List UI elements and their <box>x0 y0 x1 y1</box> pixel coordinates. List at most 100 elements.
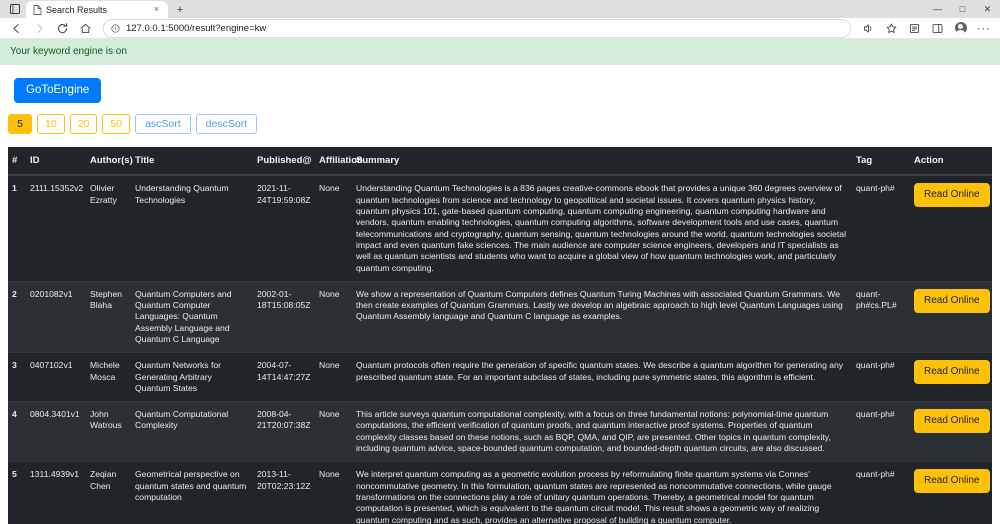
papers-table-wrap: List of papers # ID Author(s) Title Publ… <box>8 147 992 524</box>
profile-avatar[interactable] <box>950 19 971 38</box>
table-header: # ID Author(s) Title Published@ Affiliat… <box>8 147 992 177</box>
collections-icon[interactable] <box>904 19 925 38</box>
table-row: 1 2111.15352v2 Olivier Ezratty Understan… <box>8 174 992 282</box>
forward-arrow-icon[interactable] <box>29 19 50 38</box>
close-icon[interactable]: × <box>151 4 162 15</box>
controls-row: 5 10 20 50 ascSort descSort <box>8 103 992 135</box>
row-action: Read Online <box>910 174 992 282</box>
address-bar[interactable]: 127.0.0.1:5000/result?engine=kw <box>103 18 851 38</box>
maximize-icon[interactable]: □ <box>950 0 975 18</box>
goto-engine-row: GoToEngine <box>8 65 992 104</box>
info-circle-icon[interactable] <box>111 24 120 33</box>
row-id: 2111.15352v2 <box>26 174 86 282</box>
papers-table: List of papers # ID Author(s) Title Publ… <box>8 147 992 524</box>
row-tag: quant-ph# <box>852 352 910 402</box>
row-affiliation: None <box>315 401 352 462</box>
row-affiliation: None <box>315 280 352 353</box>
read-online-button[interactable]: Read Online <box>914 360 990 385</box>
browser-tab[interactable]: Search Results × <box>26 1 168 18</box>
desc-sort-button[interactable]: descSort <box>195 114 258 135</box>
row-authors: John Watrous <box>86 401 131 462</box>
col-index: # <box>8 147 26 177</box>
read-aloud-icon[interactable] <box>858 19 879 38</box>
table-row: 3 0407102v1 Michele Mosca Quantum Networ… <box>8 352 992 402</box>
row-tag: quant-ph#cs.PL# <box>852 280 910 353</box>
row-title: Quantum Computers and Quantum Computer L… <box>131 280 253 353</box>
col-affiliation: Affiliation <box>315 147 363 177</box>
col-authors: Author(s) <box>86 147 133 177</box>
tab-actions-icon[interactable] <box>4 0 26 18</box>
row-affiliation: None <box>315 174 352 282</box>
row-title: Geometrical perspective on quantum state… <box>131 461 253 524</box>
split-screen-icon[interactable] <box>927 19 948 38</box>
col-summary: Summary <box>352 147 852 177</box>
row-affiliation: None <box>315 352 352 402</box>
settings-more-icon[interactable]: ··· <box>973 19 994 38</box>
table-row: 4 0804.3401v1 John Watrous Quantum Compu… <box>8 401 992 462</box>
row-tag: quant-ph# <box>852 461 910 524</box>
table-header-row: # ID Author(s) Title Published@ Affiliat… <box>8 147 992 177</box>
url-text: 127.0.0.1:5000/result?engine=kw <box>126 22 267 34</box>
row-published: 2002-01-18T15:08:05Z <box>253 280 315 353</box>
row-authors: Zeqian Chen <box>86 461 131 524</box>
col-published: Published@ <box>253 147 315 177</box>
read-online-button[interactable]: Read Online <box>914 409 990 434</box>
row-title: Understanding Quantum Technologies <box>131 174 253 282</box>
engine-status-alert: Your keyword engine is on <box>0 39 1000 66</box>
read-online-button[interactable]: Read Online <box>914 288 990 313</box>
minimize-icon[interactable]: — <box>925 0 950 18</box>
page-container: GoToEngine 5 10 20 50 ascSort descSort L… <box>0 65 1000 524</box>
new-tab-button[interactable]: + <box>171 1 189 18</box>
row-action: Read Online <box>910 352 992 402</box>
row-authors: Michele Mosca <box>86 352 131 402</box>
table-row: 2 0201082v1 Stephen Blaha Quantum Comput… <box>8 280 992 353</box>
row-index: 3 <box>8 352 26 402</box>
table-row: 5 1311.4939v1 Zeqian Chen Geometrical pe… <box>8 461 992 524</box>
row-summary: We interpret quantum computing as a geom… <box>352 461 852 524</box>
row-action: Read Online <box>910 280 992 353</box>
col-id: ID <box>26 147 86 177</box>
row-summary: Quantum protocols often require the gene… <box>352 352 852 402</box>
col-title: Title <box>131 147 253 177</box>
row-title: Quantum Computational Complexity <box>131 401 253 462</box>
page-size-50[interactable]: 50 <box>102 114 131 135</box>
goto-engine-button[interactable]: GoToEngine <box>14 78 102 104</box>
browser-toolbar: 127.0.0.1:5000/result?engine=kw ··· <box>0 18 1000 40</box>
col-tag: Tag <box>852 147 910 177</box>
row-published: 2021-11-24T19:59:08Z <box>253 174 315 282</box>
read-online-button[interactable]: Read Online <box>914 183 990 208</box>
row-id: 0407102v1 <box>26 352 86 402</box>
page-size-10[interactable]: 10 <box>37 114 65 135</box>
row-id: 1311.4939v1 <box>26 461 86 524</box>
read-online-button[interactable]: Read Online <box>914 469 990 494</box>
row-authors: Stephen Blaha <box>86 280 131 353</box>
row-summary: Understanding Quantum Technologies is a … <box>352 174 852 282</box>
row-tag: quant-ph# <box>852 401 910 462</box>
page-size-5[interactable]: 5 <box>8 114 32 135</box>
page-icon <box>32 4 42 15</box>
page-size-20[interactable]: 20 <box>69 114 98 135</box>
asc-sort-button[interactable]: ascSort <box>135 114 191 135</box>
window-controls: — □ ✕ <box>925 0 1000 18</box>
page-viewport: Your keyword engine is on GoToEngine 5 1… <box>0 39 1000 524</box>
row-index: 4 <box>8 401 26 462</box>
row-published: 2013-11-20T02:23:12Z <box>253 461 315 524</box>
tab-strip: Search Results × + — □ ✕ <box>0 0 1000 18</box>
row-index: 2 <box>8 280 26 353</box>
tab-title: Search Results <box>46 4 108 15</box>
row-published: 2008-04-21T20:07:38Z <box>253 401 315 462</box>
back-arrow-icon[interactable] <box>6 19 27 38</box>
row-tag: quant-ph# <box>852 174 910 282</box>
row-index: 1 <box>8 174 26 282</box>
home-icon[interactable] <box>75 19 96 38</box>
row-title: Quantum Networks for Generating Arbitrar… <box>131 352 253 402</box>
window-close-icon[interactable]: ✕ <box>975 0 1000 18</box>
row-published: 2004-07-14T14:47:27Z <box>253 352 315 402</box>
col-action: Action <box>910 147 992 177</box>
reload-icon[interactable] <box>52 19 73 38</box>
row-affiliation: None <box>315 461 352 524</box>
star-icon[interactable] <box>881 19 902 38</box>
row-summary: We show a representation of Quantum Comp… <box>352 280 852 353</box>
row-action: Read Online <box>910 401 992 462</box>
row-id: 0804.3401v1 <box>26 401 86 462</box>
